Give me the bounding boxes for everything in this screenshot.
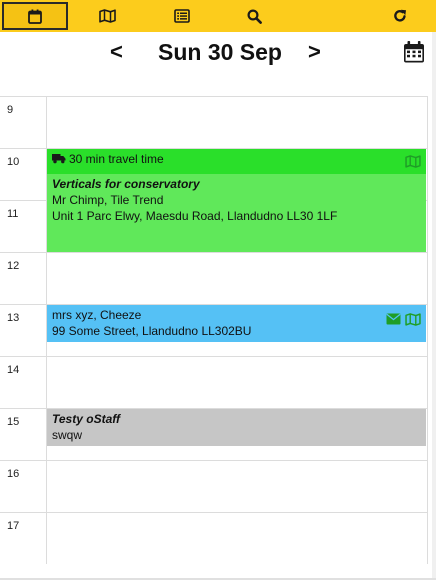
appointment-card[interactable]: Verticals for conservatory Mr Chimp, Til… (47, 174, 426, 252)
hour-label: 16 (7, 468, 20, 480)
page-title: Sun 30 Sep (158, 39, 282, 65)
hour-label: 14 (7, 364, 20, 376)
map-icon[interactable] (405, 155, 421, 172)
search-button[interactable] (237, 2, 271, 30)
refresh-button[interactable] (383, 2, 417, 30)
appointment-address: 99 Some Street, Llandudno LL302BU (52, 324, 252, 338)
email-icon[interactable] (386, 313, 401, 330)
hour-label: 15 (7, 416, 20, 428)
hour-label: 12 (7, 260, 20, 272)
date-header: < Sun 30 Sep > (0, 32, 436, 72)
hour-row[interactable]: 9 (0, 96, 428, 148)
hour-label: 10 (7, 156, 20, 168)
list-view-button[interactable] (165, 2, 199, 30)
map-icon[interactable] (405, 313, 421, 330)
truck-icon (52, 152, 66, 168)
hour-label: 9 (7, 104, 14, 116)
calendar-view-button[interactable] (2, 2, 68, 30)
day-schedule[interactable]: 9 10 11 12 13 14 15 16 17 30 min travel … (0, 96, 428, 564)
refresh-icon (393, 9, 407, 23)
previous-day-button[interactable]: < (110, 38, 123, 66)
appointment-card[interactable]: Testy oStaff swqw (47, 409, 426, 446)
search-icon (246, 8, 262, 24)
map-view-button[interactable] (90, 2, 124, 30)
hour-row[interactable]: 17 (0, 512, 428, 564)
hour-row[interactable]: 14 (0, 356, 428, 408)
appointment-description: swqw (52, 428, 83, 442)
appointment-address: Unit 1 Parc Elwy, Maesdu Road, Llandudno… (52, 209, 338, 223)
hour-row[interactable]: 16 (0, 460, 428, 512)
next-day-button[interactable]: > (308, 38, 321, 66)
toolbar (0, 0, 436, 32)
appointment-customer: mrs xyz, Cheeze (52, 308, 142, 322)
hour-label: 11 (7, 208, 19, 220)
calendar-icon (28, 9, 42, 24)
date-picker-button[interactable] (402, 40, 426, 64)
appointment-title: Testy oStaff (52, 412, 121, 426)
map-icon (98, 9, 116, 23)
hour-row[interactable]: 12 (0, 252, 428, 304)
grid-right-border (427, 96, 428, 564)
list-icon (174, 9, 190, 23)
hour-label: 17 (7, 520, 20, 532)
appointment-card[interactable]: mrs xyz, Cheeze 99 Some Street, Llandudn… (47, 305, 426, 342)
calendar-grid-icon (402, 41, 426, 68)
appointment-title: Verticals for conservatory (52, 177, 200, 191)
travel-time-block[interactable]: 30 min travel time (47, 149, 426, 174)
scrollbar[interactable] (432, 32, 436, 580)
hour-label: 13 (7, 312, 20, 324)
appointment-customer: Mr Chimp, Tile Trend (52, 193, 164, 207)
travel-time-text: 30 min travel time (69, 152, 164, 166)
